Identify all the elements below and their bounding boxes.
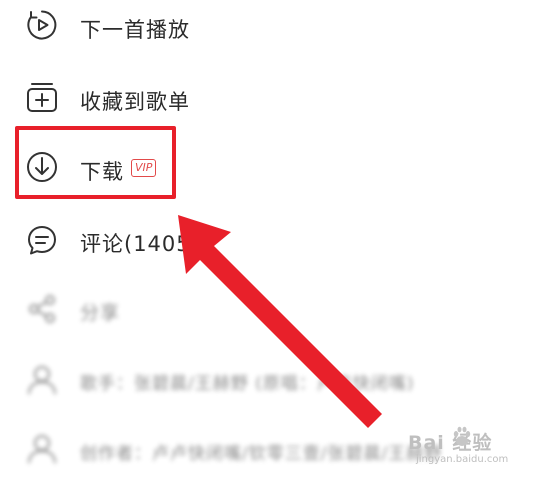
annotation-arrow-icon — [178, 215, 382, 428]
watermark-url: jingyan.baidu.com — [416, 454, 509, 465]
baidu-watermark: Bai 经验 jingyan.baidu.com — [408, 426, 528, 470]
watermark-brand: Bai 经验 — [408, 432, 493, 454]
paw-logo-icon — [453, 426, 471, 446]
